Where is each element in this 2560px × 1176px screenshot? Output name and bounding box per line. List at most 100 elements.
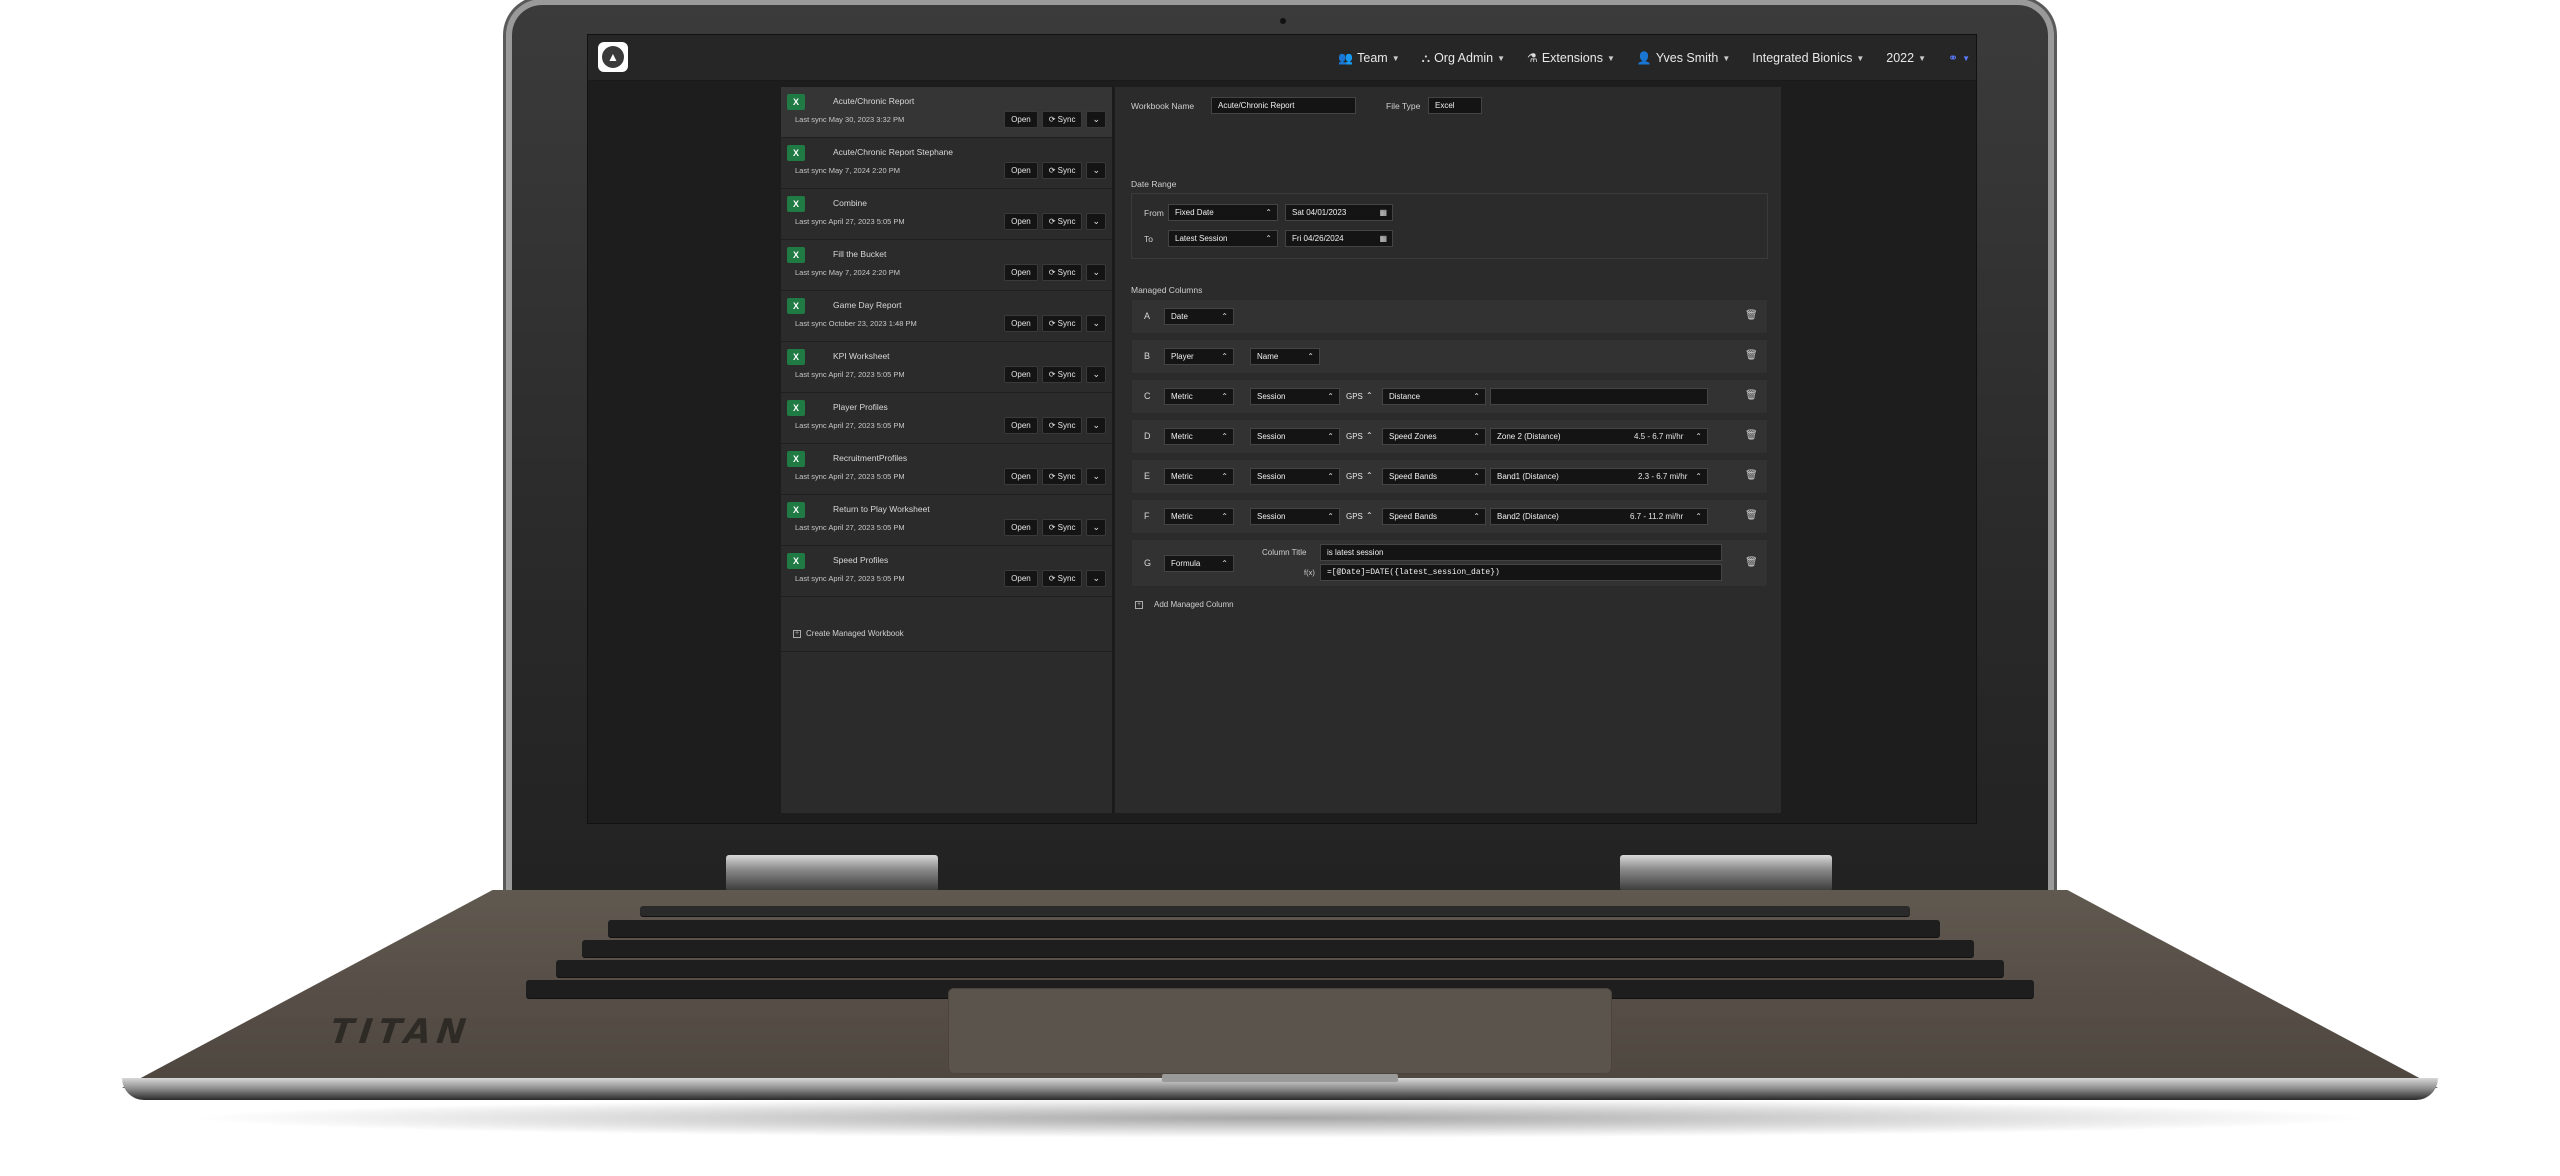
nav-extra[interactable]: ⚭ ▼ xyxy=(1948,51,1970,65)
more-dropdown-button[interactable]: ⌄ xyxy=(1086,570,1106,587)
nav-organization[interactable]: Integrated Bionics ▼ xyxy=(1752,51,1864,65)
to-date-input[interactable]: Fri 04/26/2024 ▦ xyxy=(1285,230,1393,247)
calendar-icon[interactable]: ▦ xyxy=(1379,231,1387,246)
open-button[interactable]: Open xyxy=(1004,570,1038,587)
nav-season-label: 2022 xyxy=(1886,51,1915,65)
open-button[interactable]: Open xyxy=(1004,366,1038,383)
list-item[interactable]: X RecruitmentProfiles Last sync April 27… xyxy=(781,444,1112,495)
sync-button[interactable]: ⟳ Sync xyxy=(1041,264,1083,281)
open-button[interactable]: Open xyxy=(1004,315,1038,332)
formula-input[interactable]: =[@Date]=DATE({latest_session_date}) xyxy=(1320,564,1722,581)
column-source-select[interactable]: Metric ⌃ xyxy=(1164,508,1234,525)
gps-label: GPS xyxy=(1346,392,1363,401)
column-source-select[interactable]: Metric ⌃ xyxy=(1164,468,1234,485)
open-button[interactable]: Open xyxy=(1004,162,1038,179)
select-value: Speed Bands xyxy=(1389,512,1438,521)
trash-icon[interactable]: 🗑 xyxy=(1745,430,1758,442)
more-dropdown-button[interactable]: ⌄ xyxy=(1086,111,1106,128)
trash-icon[interactable]: 🗑 xyxy=(1745,390,1758,402)
trash-icon[interactable]: 🗑 xyxy=(1745,470,1758,482)
column-sub-metric-select[interactable] xyxy=(1490,388,1708,405)
column-metric-select[interactable]: Distance ⌃ xyxy=(1382,388,1486,405)
column-scope-select[interactable]: Session ⌃ xyxy=(1250,508,1340,525)
sync-label: Sync xyxy=(1057,421,1076,430)
column-title-input[interactable]: is latest session xyxy=(1320,544,1722,561)
open-button[interactable]: Open xyxy=(1004,111,1038,128)
to-type-select[interactable]: Latest Session ⌃ xyxy=(1168,230,1278,247)
list-item[interactable]: X KPI Worksheet Last sync April 27, 2023… xyxy=(781,342,1112,393)
chevron-up-icon[interactable]: ⌃ xyxy=(1366,511,1373,520)
column-source-select[interactable]: Metric ⌃ xyxy=(1164,428,1234,445)
nav-org-admin[interactable]: ⛬ Org Admin ▼ xyxy=(1422,51,1505,66)
trash-icon[interactable]: 🗑 xyxy=(1745,510,1758,522)
column-field-select[interactable]: Name ⌃ xyxy=(1250,348,1320,365)
column-metric-select[interactable]: Speed Bands ⌃ xyxy=(1382,508,1486,525)
chevron-up-icon[interactable]: ⌃ xyxy=(1366,471,1373,480)
more-dropdown-button[interactable]: ⌄ xyxy=(1086,468,1106,485)
chevron-up-icon[interactable]: ⌃ xyxy=(1366,391,1373,400)
more-dropdown-button[interactable]: ⌄ xyxy=(1086,162,1106,179)
nav-user[interactable]: 👤 Yves Smith ▼ xyxy=(1637,51,1730,65)
list-item[interactable]: X Return to Play Worksheet Last sync Apr… xyxy=(781,495,1112,546)
open-button[interactable]: Open xyxy=(1004,519,1038,536)
open-button[interactable]: Open xyxy=(1004,417,1038,434)
excel-icon: X xyxy=(787,196,807,212)
add-managed-column-button[interactable]: + Add Managed Column xyxy=(1135,600,1234,609)
nav-season[interactable]: 2022 ▼ xyxy=(1886,51,1926,65)
sync-button[interactable]: ⟳ Sync xyxy=(1041,315,1083,332)
managed-column-row: C Metric ⌃ Session ⌃ GPS ⌃ Distance ⌃ 🗑 xyxy=(1131,379,1768,414)
sync-button[interactable]: ⟳ Sync xyxy=(1041,162,1083,179)
app-logo[interactable]: ▲ xyxy=(598,42,628,72)
column-source-select[interactable]: Date ⌃ xyxy=(1164,308,1234,325)
open-button[interactable]: Open xyxy=(1004,213,1038,230)
list-item[interactable]: X Acute/Chronic Report Last sync May 30,… xyxy=(781,87,1112,138)
nav-team[interactable]: 👥 Team ▼ xyxy=(1338,51,1399,65)
sync-button[interactable]: ⟳ Sync xyxy=(1041,468,1083,485)
lid-notch xyxy=(1162,1074,1398,1082)
column-source-select[interactable]: Formula ⌃ xyxy=(1164,555,1234,572)
column-metric-select[interactable]: Speed Bands ⌃ xyxy=(1382,468,1486,485)
nav-extensions[interactable]: ⚗ Extensions ▼ xyxy=(1527,51,1615,65)
list-item[interactable]: X Player Profiles Last sync April 27, 20… xyxy=(781,393,1112,444)
open-button[interactable]: Open xyxy=(1004,468,1038,485)
excel-icon: X xyxy=(787,298,807,314)
column-metric-select[interactable]: Speed Zones ⌃ xyxy=(1382,428,1486,445)
sync-button[interactable]: ⟳ Sync xyxy=(1041,519,1083,536)
more-dropdown-button[interactable]: ⌄ xyxy=(1086,519,1106,536)
speed-range: 4.5 - 6.7 mi/hr xyxy=(1634,432,1684,441)
more-dropdown-button[interactable]: ⌄ xyxy=(1086,366,1106,383)
create-workbook-button[interactable]: + Create Managed Workbook xyxy=(793,629,904,638)
trash-icon[interactable]: 🗑 xyxy=(1745,557,1758,569)
column-source-select[interactable]: Metric ⌃ xyxy=(1164,388,1234,405)
list-item[interactable]: X Speed Profiles Last sync April 27, 202… xyxy=(781,546,1112,597)
trash-icon[interactable]: 🗑 xyxy=(1745,350,1758,362)
column-scope-select[interactable]: Session ⌃ xyxy=(1250,468,1340,485)
more-dropdown-button[interactable]: ⌄ xyxy=(1086,315,1106,332)
sync-button[interactable]: ⟳ Sync xyxy=(1041,111,1083,128)
list-item[interactable]: X Game Day Report Last sync October 23, … xyxy=(781,291,1112,342)
more-dropdown-button[interactable]: ⌄ xyxy=(1086,213,1106,230)
trash-icon[interactable]: 🗑 xyxy=(1745,310,1758,322)
more-dropdown-button[interactable]: ⌄ xyxy=(1086,264,1106,281)
more-dropdown-button[interactable]: ⌄ xyxy=(1086,417,1106,434)
sync-button[interactable]: ⟳ Sync xyxy=(1041,417,1083,434)
column-scope-select[interactable]: Session ⌃ xyxy=(1250,388,1340,405)
list-item[interactable]: X Fill the Bucket Last sync May 7, 2024 … xyxy=(781,240,1112,291)
chevron-down-icon: ▼ xyxy=(1856,53,1865,63)
from-date-input[interactable]: Sat 04/01/2023 ▦ xyxy=(1285,204,1393,221)
column-source-select[interactable]: Player ⌃ xyxy=(1164,348,1234,365)
sync-button[interactable]: ⟳ Sync xyxy=(1041,570,1083,587)
sync-button[interactable]: ⟳ Sync xyxy=(1041,366,1083,383)
workbook-name-input[interactable]: Acute/Chronic Report xyxy=(1211,97,1356,114)
list-item[interactable]: X Acute/Chronic Report Stephane Last syn… xyxy=(781,138,1112,189)
open-button[interactable]: Open xyxy=(1004,264,1038,281)
sync-button[interactable]: ⟳ Sync xyxy=(1041,213,1083,230)
chevron-up-icon[interactable]: ⌃ xyxy=(1366,431,1373,440)
calendar-icon[interactable]: ▦ xyxy=(1379,205,1387,220)
add-managed-column-label: Add Managed Column xyxy=(1154,600,1234,609)
from-type-select[interactable]: Fixed Date ⌃ xyxy=(1168,204,1278,221)
chevron-down-icon: ▼ xyxy=(1962,53,1970,63)
column-scope-select[interactable]: Session ⌃ xyxy=(1250,428,1340,445)
list-item[interactable]: X Combine Last sync April 27, 2023 5:05 … xyxy=(781,189,1112,240)
file-type-select[interactable]: Excel xyxy=(1428,97,1482,114)
